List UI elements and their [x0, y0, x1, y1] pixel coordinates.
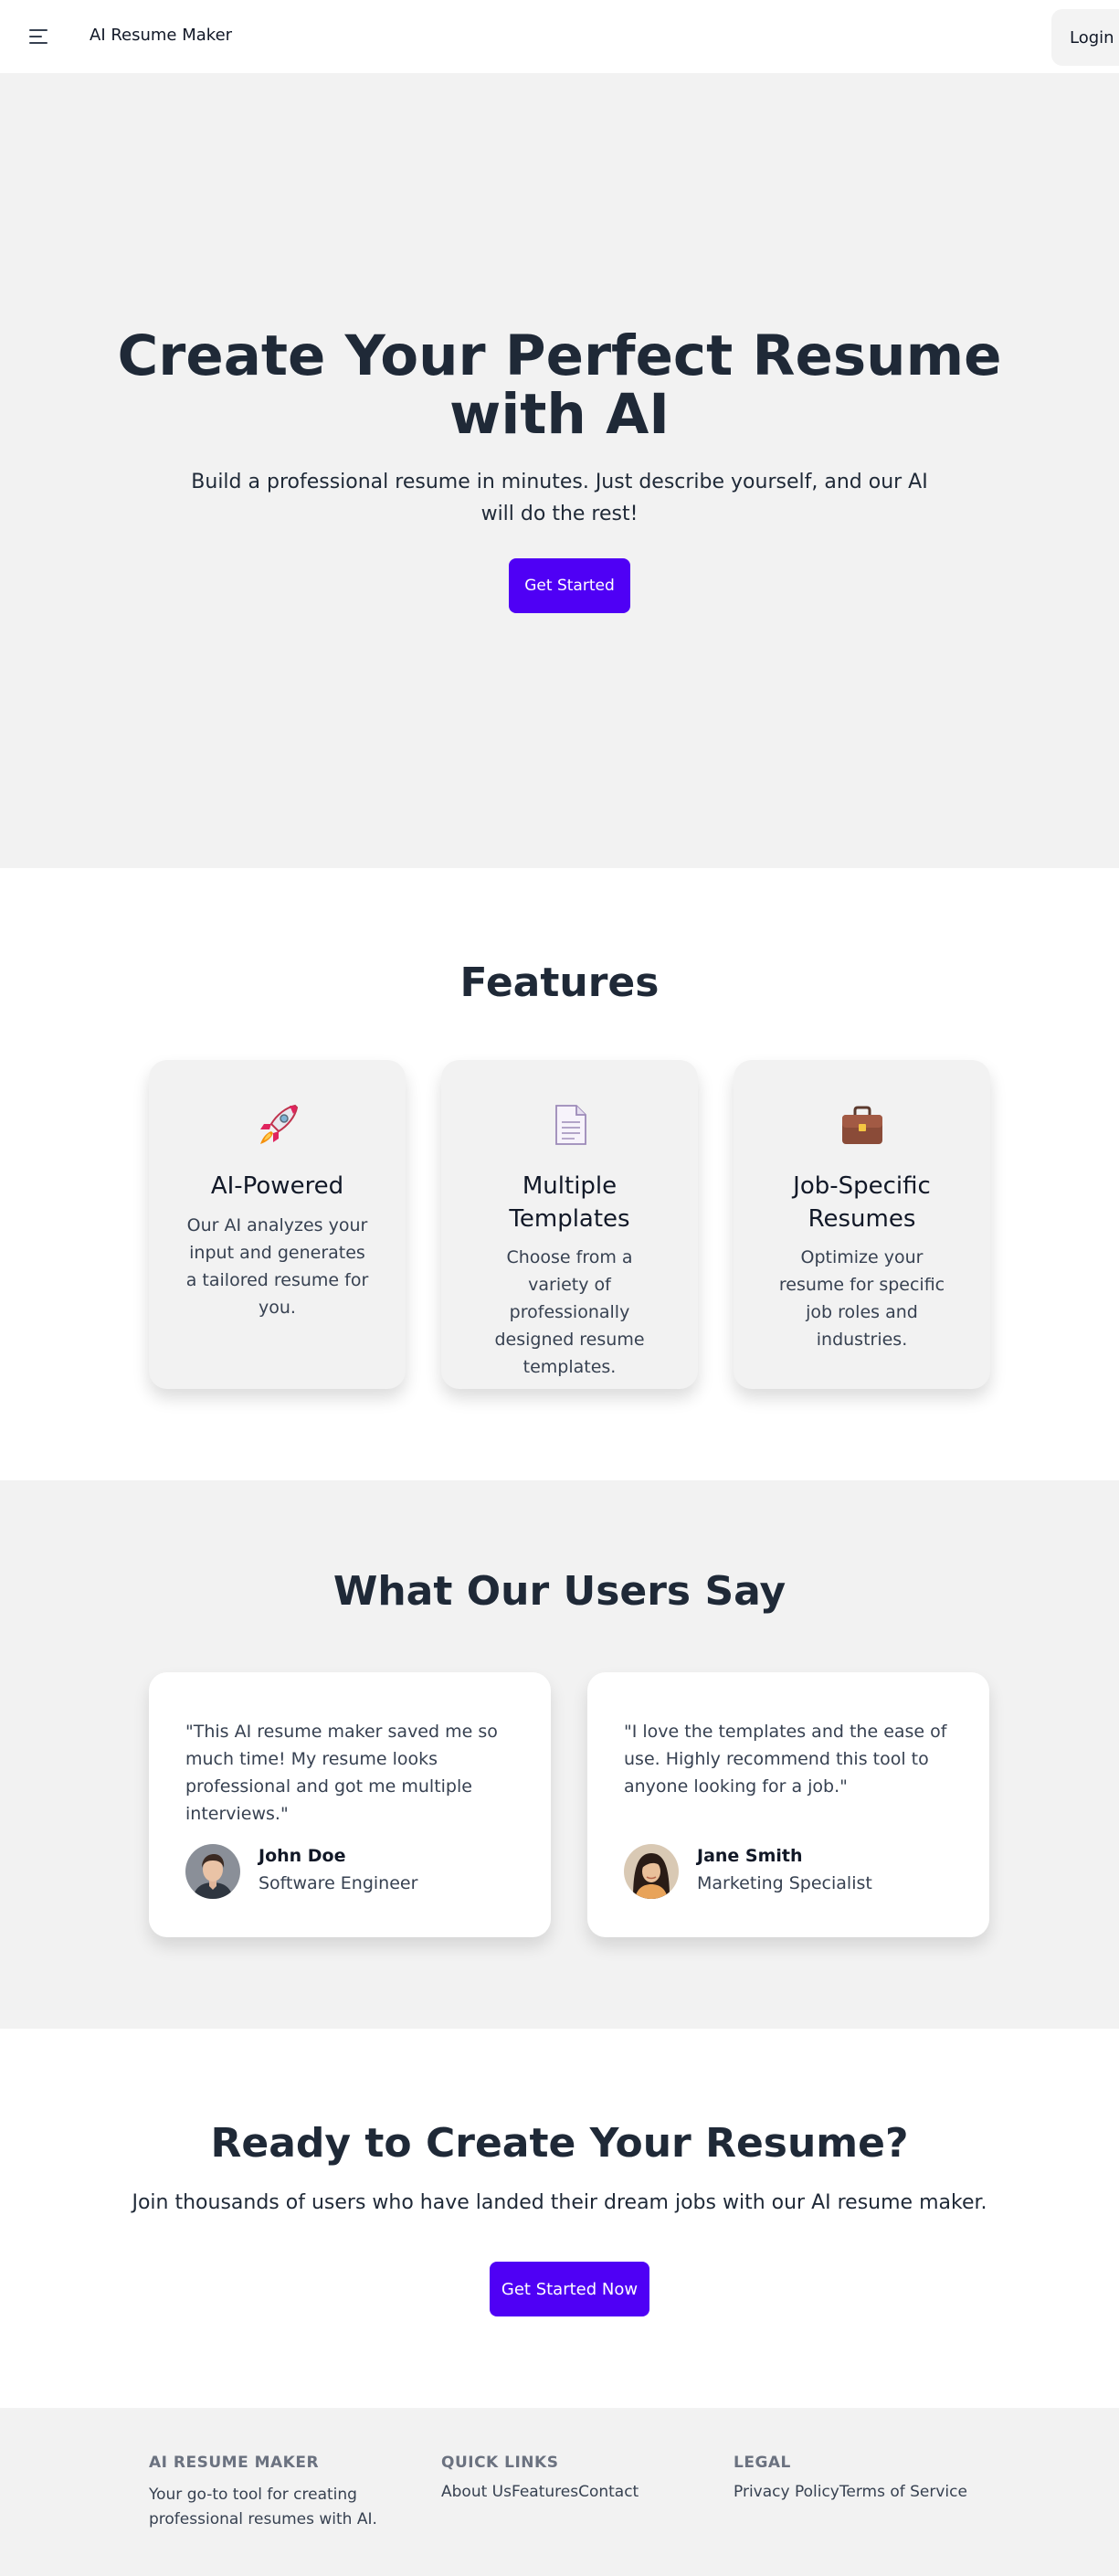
- hero-subtitle: Build a professional resume in minutes. …: [191, 471, 928, 525]
- testimonial-quote: "I love the templates and the ease of us…: [624, 1722, 947, 1797]
- footer-legal: LEGAL Privacy PolicyTerms of Service: [734, 2454, 1008, 2501]
- hero-section: Create Your Perfect Resume with AI Build…: [0, 73, 1119, 868]
- footer-heading: LEGAL: [734, 2454, 791, 2472]
- testimonial-quote: "This AI resume maker saved me so much t…: [185, 1722, 498, 1824]
- feature-description: Our AI analyzes your input and generates…: [185, 1215, 369, 1318]
- feature-card-templates: Multiple Templates Choose from a variety…: [441, 1060, 698, 1389]
- testimonials-title: What Our Users Say: [333, 1568, 786, 1615]
- cta-section: Ready to Create Your Resume? Join thousa…: [0, 2029, 1119, 2408]
- navbar: AI Resume Maker Login: [0, 0, 1119, 73]
- testimonials-section: What Our Users Say "This AI resume maker…: [0, 1480, 1119, 2029]
- get-started-button[interactable]: Get Started: [509, 558, 630, 613]
- testimonial-card: "I love the templates and the ease of us…: [587, 1672, 989, 1937]
- avatar: [624, 1844, 679, 1899]
- testimonial-name: John Doe: [259, 1846, 346, 1866]
- feature-description: Optimize your resume for specific job ro…: [778, 1247, 945, 1350]
- feature-card-ai-powered: AI-Powered Our AI analyzes your input an…: [149, 1060, 406, 1389]
- testimonial-card: "This AI resume maker saved me so much t…: [149, 1672, 551, 1937]
- hero-title: Create Your Perfect Resume with AI: [0, 327, 1119, 444]
- testimonial-role: Software Engineer: [259, 1873, 418, 1893]
- feature-title: AI-Powered: [210, 1172, 344, 1200]
- feature-title: Multiple Templates: [509, 1172, 630, 1233]
- feature-description: Choose from a variety of professionally …: [494, 1247, 645, 1377]
- footer-about: AI RESUME MAKER Your go-to tool for crea…: [149, 2454, 423, 2532]
- footer-about-text: Your go-to tool for creating professiona…: [149, 2486, 377, 2528]
- footer-quick-links: QUICK LINKS About UsFeaturesContact: [441, 2454, 715, 2501]
- testimonial-name: Jane Smith: [697, 1846, 803, 1866]
- legal-links-list: Privacy PolicyTerms of Service: [734, 2483, 1008, 2501]
- hero-title-line-2: with AI: [449, 382, 670, 447]
- quick-links-list: About UsFeaturesContact: [441, 2483, 715, 2501]
- get-started-now-button[interactable]: Get Started Now: [490, 2262, 649, 2316]
- feature-title: Job-Specific Resumes: [793, 1172, 931, 1233]
- brand-name[interactable]: AI Resume Maker: [90, 26, 232, 45]
- footer-link-privacy-policy[interactable]: Privacy Policy: [734, 2483, 839, 2501]
- footer-link-terms-of-service[interactable]: Terms of Service: [839, 2483, 967, 2501]
- menu-icon[interactable]: [29, 27, 49, 46]
- footer-link-about-us[interactable]: About Us: [441, 2483, 512, 2501]
- login-button[interactable]: Login: [1051, 9, 1119, 66]
- features-section: Features AI-Powered Our AI analyzes your…: [0, 868, 1119, 1480]
- footer-link-features[interactable]: Features: [512, 2483, 578, 2501]
- testimonial-role: Marketing Specialist: [697, 1873, 872, 1893]
- document-icon: [441, 1102, 698, 1146]
- cta-subtitle: Join thousands of users who have landed …: [132, 2191, 987, 2214]
- footer-heading: AI RESUME MAKER: [149, 2454, 320, 2472]
- avatar: [185, 1844, 240, 1899]
- footer-link-contact[interactable]: Contact: [578, 2483, 639, 2501]
- footer-heading: QUICK LINKS: [441, 2454, 559, 2472]
- rocket-icon: [149, 1102, 406, 1146]
- feature-card-job-specific: Job-Specific Resumes Optimize your resum…: [734, 1060, 990, 1389]
- cta-title: Ready to Create Your Resume?: [210, 2120, 909, 2167]
- briefcase-icon: [734, 1102, 990, 1146]
- footer: AI RESUME MAKER Your go-to tool for crea…: [0, 2408, 1119, 2576]
- features-title: Features: [459, 959, 660, 1006]
- hero-title-line-1: Create Your Perfect Resume: [117, 323, 1002, 388]
